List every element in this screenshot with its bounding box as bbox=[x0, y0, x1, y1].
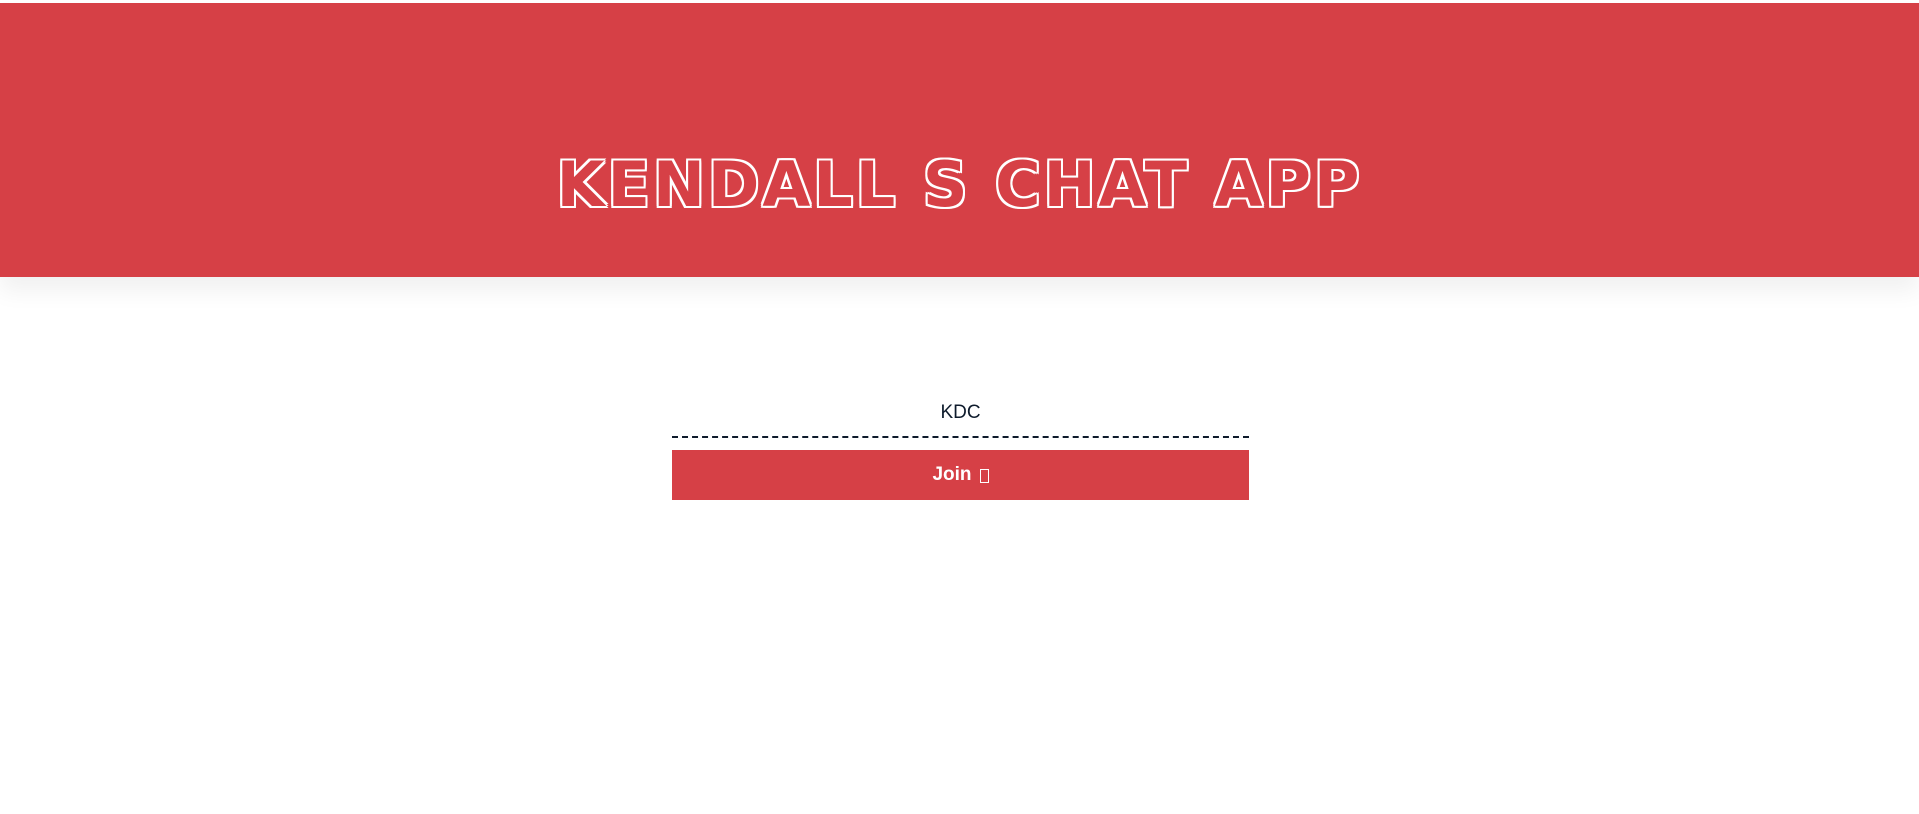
join-button[interactable]: Join bbox=[672, 450, 1249, 500]
app-header: KENDALL S CHAT APP bbox=[0, 3, 1919, 277]
app-title: KENDALL S CHAT APP bbox=[556, 147, 1363, 221]
missing-glyph-icon bbox=[979, 468, 989, 483]
join-form: Join bbox=[672, 396, 1249, 500]
join-button-label: Join bbox=[932, 464, 972, 485]
username-input[interactable] bbox=[672, 396, 1249, 438]
